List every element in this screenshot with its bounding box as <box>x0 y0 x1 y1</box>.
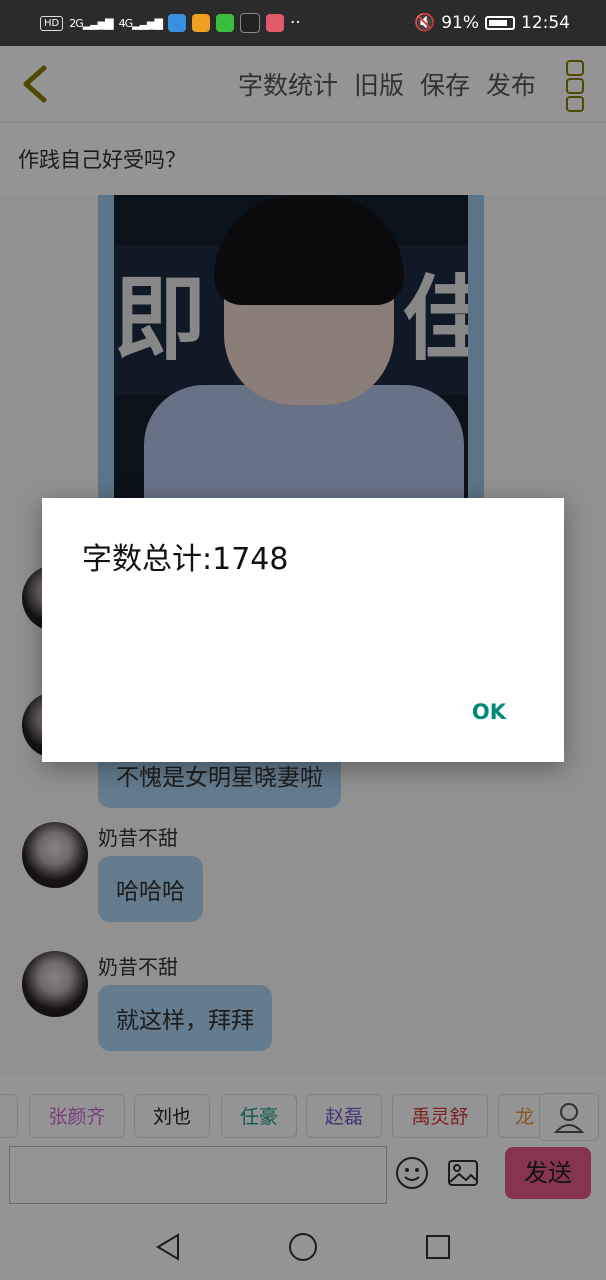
iqiyi-icon <box>215 14 234 32</box>
dialog-message: 字数总计:1748 <box>82 542 289 577</box>
more-dots: ·· <box>289 13 301 33</box>
mute-icon: 🔇 <box>414 13 436 33</box>
clock: 12:54 <box>521 13 570 33</box>
weibo-icon <box>191 14 210 32</box>
battery-percent: 91% <box>441 13 479 33</box>
tiktok-icon <box>239 13 260 33</box>
status-left: HD 2G▂▃▅▇ 4G▂▃▅▇ ·· <box>0 13 301 33</box>
net-2g-label: 2G <box>69 16 83 30</box>
net-4g-label: 4G <box>118 16 133 30</box>
app-notification-icon <box>167 14 186 32</box>
status-bar: HD 2G▂▃▅▇ 4G▂▃▅▇ ·· 🔇 91% 12:54 <box>0 0 606 46</box>
word-count-dialog: 字数总计:1748 OK <box>42 498 564 762</box>
signal-2g-icon: 2G▂▃▅▇ <box>69 16 113 30</box>
ok-button[interactable]: OK <box>472 700 506 724</box>
status-right: 🔇 91% 12:54 <box>414 13 606 33</box>
hd-badge: HD <box>40 15 64 31</box>
app-icon <box>265 14 284 32</box>
signal-4g-icon: 4G▂▃▅▇ <box>118 16 163 30</box>
battery-icon <box>485 16 515 30</box>
